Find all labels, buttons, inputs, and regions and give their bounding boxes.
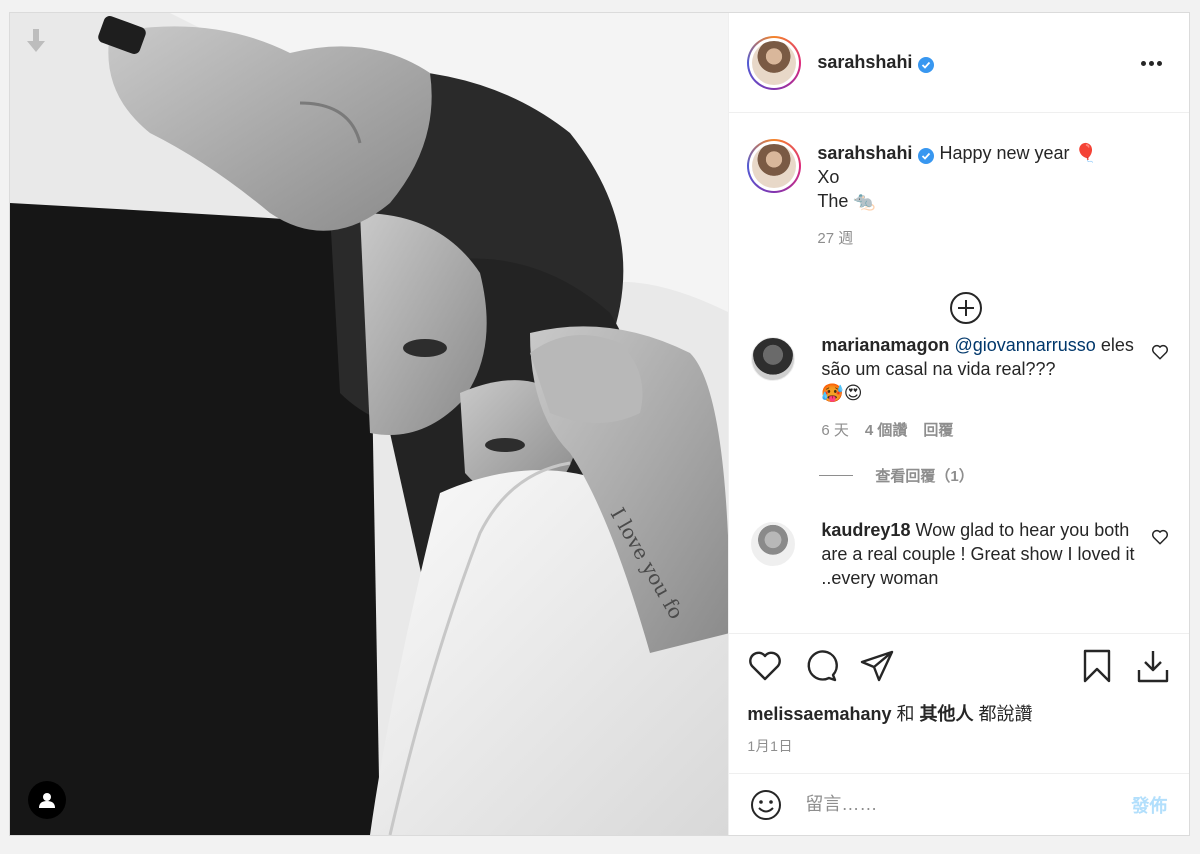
emoji-icon[interactable] [749,788,783,822]
post-side-panel: sarahshahi sarahshahi Happy new year 🎈 X… [729,13,1190,835]
post-container: I love you fo sarahshahi sarahshahi Happ… [9,12,1190,836]
verified-badge-icon [918,57,935,73]
caption-username[interactable]: sarahshahi [817,143,912,163]
caption-time[interactable]: 27 週 [817,227,1097,251]
comment-heart-icon[interactable] [1151,528,1169,546]
caption-line-1: Happy new year 🎈 [939,143,1097,163]
download-icon[interactable] [1135,648,1171,684]
reply-button[interactable]: 回覆 [923,419,953,443]
photo-image: I love you fo [10,13,729,835]
caption-line-2: Xo [817,167,840,187]
likes-suffix: 都說讚 [978,704,1033,724]
bookmark-icon[interactable] [1079,648,1115,684]
post-comment-button[interactable]: 發佈 [1131,792,1167,818]
post-date[interactable]: 1月1日 [747,736,1171,756]
comment-avatar[interactable] [751,522,796,566]
heart-icon[interactable] [747,648,783,684]
caption-avatar[interactable] [747,139,802,193]
likes-summary: melissaemahany 和 其他人 都說讚 [747,700,1171,726]
comments-list: sarahshahi Happy new year 🎈 Xo The 🐀 27 … [729,113,1189,633]
comment-heart-icon[interactable] [1151,343,1169,361]
view-replies-label[interactable]: 查看回覆（1） [875,465,973,486]
header-username[interactable]: sarahshahi [817,52,935,73]
plus-circle-icon[interactable] [949,291,983,325]
paper-plane-icon[interactable] [859,648,895,684]
comment-likes[interactable]: 4 個讚 [865,419,908,443]
comment-item: marianamagon @giovannarrusso eles são um… [729,333,1189,443]
more-options-icon[interactable] [1141,53,1165,73]
add-comment-bar: 發佈 [729,773,1190,835]
comment-username[interactable]: kaudrey18 [821,520,910,540]
caption-line-3: The 🐀 [817,191,876,211]
header-username-text[interactable]: sarahshahi [817,52,912,72]
liked-by-user[interactable]: melissaemahany [747,704,891,724]
view-replies-button[interactable]: 查看回覆（1） [819,465,1189,486]
user-tag-icon[interactable] [28,781,66,819]
likes-conj: 和 [896,704,915,724]
post-actions: melissaemahany 和 其他人 都說讚 1月1日 [729,633,1189,773]
comment-time[interactable]: 6 天 [821,419,849,443]
post-caption: sarahshahi Happy new year 🎈 Xo The 🐀 27 … [729,113,1189,251]
comment-avatar[interactable] [751,337,796,381]
comment-item: kaudrey18 Wow glad to hear you both are … [729,518,1189,590]
comment-emoji: 🥵😍 [821,383,863,403]
post-photo[interactable]: I love you fo [10,13,730,835]
post-header: sarahshahi [729,13,1189,113]
comment-mention[interactable]: @giovannarrusso [954,335,1095,355]
comment-icon[interactable] [803,648,839,684]
comment-input[interactable] [805,794,1132,815]
comment-username[interactable]: marianamagon [821,335,949,355]
download-arrow-icon[interactable] [26,29,46,53]
verified-badge-icon [918,148,935,164]
likes-others[interactable]: 其他人 [920,704,974,724]
avatar[interactable] [747,35,802,90]
